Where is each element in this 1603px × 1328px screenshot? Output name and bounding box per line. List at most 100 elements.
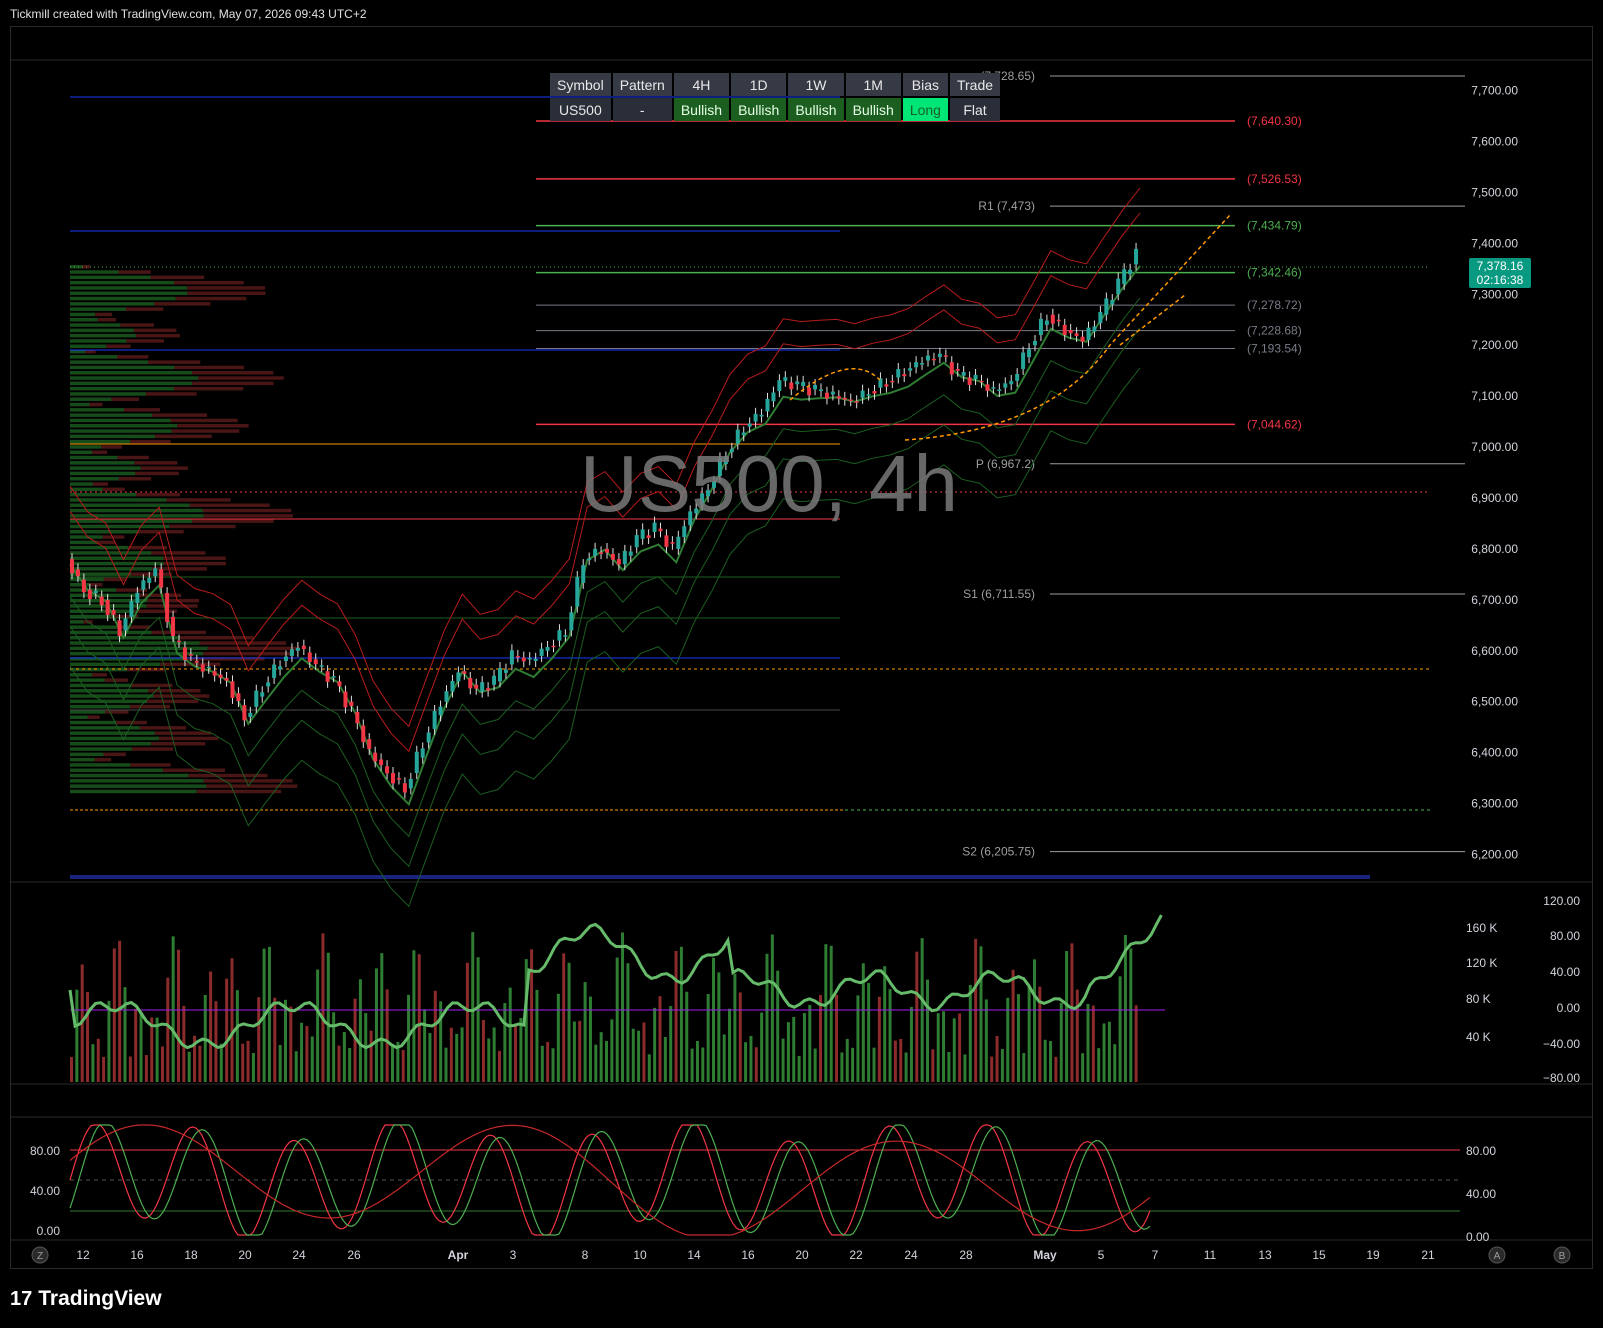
chart-canvas[interactable]: 7,700.00 7,600.00 7,500.00 7,400.00 7,300.00… xyxy=(0,0,1603,1328)
level-label: P (6,967.2) xyxy=(976,457,1035,471)
x-tick-label: 28 xyxy=(959,1248,973,1262)
volume-profile-bar xyxy=(70,439,131,444)
volume-profile-bar xyxy=(70,773,189,778)
volume-bar xyxy=(305,1026,309,1082)
candle-body xyxy=(521,657,526,662)
volume-bar xyxy=(851,1047,855,1082)
volume-bar xyxy=(802,1013,806,1082)
candle-body xyxy=(1009,380,1014,385)
volume-tick-label: 40 K xyxy=(1466,1030,1491,1044)
volume-profile-bar xyxy=(92,482,109,486)
volume-profile-bar xyxy=(70,757,95,762)
td-1m: Bullish xyxy=(845,98,901,121)
volume-profile-bar xyxy=(70,339,127,343)
level-label: R1 (7,473) xyxy=(978,199,1035,213)
volume-profile-bar xyxy=(70,360,149,364)
candle-body xyxy=(515,655,520,658)
volume-bar xyxy=(578,1020,582,1082)
td-1w: Bullish xyxy=(788,98,844,121)
volume-profile-bar xyxy=(70,747,132,751)
volume-bar xyxy=(348,1047,352,1082)
volume-bar xyxy=(888,989,892,1082)
volume-profile-bar xyxy=(70,386,174,391)
volume-profile-bar xyxy=(203,651,293,656)
volume-profile-bar xyxy=(152,413,208,417)
candle-body xyxy=(349,701,354,707)
volume-bar xyxy=(615,957,619,1082)
volume-profile-bar xyxy=(70,704,130,709)
volume-bar xyxy=(1043,1039,1047,1082)
volume-bar xyxy=(792,1016,796,1082)
volume-bar xyxy=(246,1040,250,1082)
volume-profile-bar xyxy=(106,344,131,348)
volume-bar xyxy=(209,971,213,1082)
volume-bar xyxy=(915,951,919,1082)
volume-bar xyxy=(867,982,871,1082)
volume-bar xyxy=(1134,1005,1138,1082)
candle-body xyxy=(908,368,913,371)
candle-body xyxy=(610,554,615,560)
tradingview-logo[interactable]: 17 TradingView xyxy=(10,1287,162,1311)
candle-body xyxy=(783,377,788,381)
candle-body xyxy=(224,677,229,681)
volume-profile-bar xyxy=(131,747,174,751)
volume-bar xyxy=(599,1032,603,1082)
session-bar xyxy=(70,875,1370,879)
candle-body xyxy=(289,649,294,656)
y-tick-label: 6,800.00 xyxy=(1471,542,1518,556)
candle-body xyxy=(272,664,277,678)
volume-profile-bar xyxy=(70,768,164,772)
candle-body xyxy=(813,385,818,390)
y-tick-label: 7,600.00 xyxy=(1471,134,1518,148)
candle-body xyxy=(1086,327,1091,341)
volume-bar xyxy=(594,1044,598,1082)
candle-body xyxy=(456,672,461,682)
candle-body xyxy=(605,548,609,553)
candle-body xyxy=(242,705,247,721)
volume-profile-bar xyxy=(70,583,90,587)
volume-bar xyxy=(685,991,689,1082)
volume-bar xyxy=(819,995,822,1082)
volume-bar xyxy=(717,972,721,1082)
candle-body xyxy=(230,681,235,698)
td-4h: Bullish xyxy=(673,98,730,121)
volume-profile-bar xyxy=(140,466,188,470)
volume-profile-bar xyxy=(70,699,148,704)
last-price-value: 7,378.16 xyxy=(1477,259,1524,273)
candle-body xyxy=(212,671,217,676)
candle-body xyxy=(1104,298,1109,315)
candle-body xyxy=(622,550,627,565)
x-tick-label: 12 xyxy=(76,1248,90,1262)
candle-body xyxy=(1116,278,1121,295)
candle-body xyxy=(509,650,514,665)
candle-body xyxy=(759,414,764,417)
candle-body xyxy=(391,773,395,784)
stoch-right-tick: 40.00 xyxy=(1466,1187,1496,1201)
volume-bar xyxy=(1118,976,1122,1082)
candle-body xyxy=(396,778,401,780)
volume-profile-bar xyxy=(177,424,249,428)
candle-body xyxy=(295,647,300,651)
volume-profile-bar xyxy=(70,296,176,301)
stoch-right-tick: 80.00 xyxy=(1466,1144,1496,1158)
candle-body xyxy=(450,680,455,692)
candle-body xyxy=(664,535,669,547)
volume-profile-bar xyxy=(70,344,107,348)
candle-body xyxy=(159,569,164,588)
candle-body xyxy=(307,652,312,663)
volume-profile-bar xyxy=(70,477,119,481)
candle-body xyxy=(325,671,330,682)
oscillator-tick-label: 40.00 xyxy=(1550,965,1580,979)
candle-body xyxy=(153,568,158,577)
candle-body xyxy=(557,630,562,641)
volume-bar xyxy=(952,1018,956,1082)
y-tick-label: 6,700.00 xyxy=(1471,593,1518,607)
volume-bar xyxy=(856,995,860,1082)
volume-profile-bar xyxy=(70,429,172,433)
candle-body xyxy=(872,391,877,394)
candle-body xyxy=(753,413,758,422)
candle-body xyxy=(498,668,502,682)
candle-body xyxy=(628,551,633,556)
candle-body xyxy=(616,559,621,565)
volume-bar xyxy=(439,1001,443,1082)
